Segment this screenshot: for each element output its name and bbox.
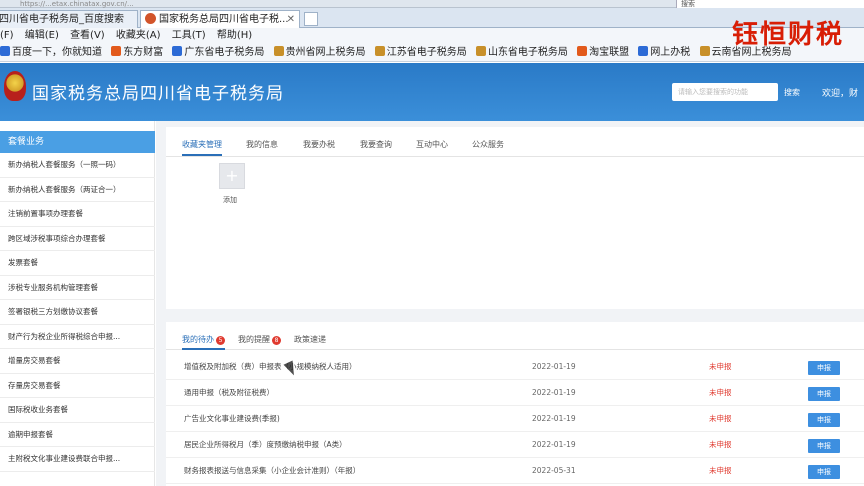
sidebar-item[interactable]: 涉税专业服务机构管理套餐 [0, 276, 155, 300]
tab-interaction[interactable]: 互动中心 [416, 139, 448, 150]
item-status: 未申报 [709, 440, 732, 449]
favorite-link[interactable]: 东方财富 [111, 44, 163, 61]
tab-label: 国家税务总局四川省电子税... [159, 14, 289, 25]
site-title: 国家税务总局四川省电子税务局 [32, 84, 284, 104]
panel-tabs: 收藏夹管理 我的信息 我要办税 我要查询 互动中心 公众服务 [166, 127, 864, 157]
site-header: 国家税务总局四川省电子税务局 请输入您要搜索的功能 搜索 欢迎，财 [0, 63, 864, 121]
todo-tabs: 我的待办 5 我的提醒 8 政策速递 [166, 322, 864, 350]
declare-button[interactable]: 申报 [808, 387, 840, 401]
count-badge: 5 [216, 336, 225, 345]
favorite-link[interactable]: 淘宝联盟 [577, 44, 629, 61]
table-row: 居民企业所得税月（季）度预缴纳税申报（A类） 2022-01-19 未申报 申报 [166, 432, 864, 458]
tab-favorites-manage[interactable]: 收藏夹管理 [182, 139, 222, 156]
item-status: 未申报 [709, 388, 732, 397]
sidebar-item[interactable]: 发票套餐 [0, 251, 155, 276]
todo-panel: 我的待办 5 我的提醒 8 政策速递 增值税及附加税（费）申报表（小规模纳税人适用）… [166, 322, 864, 486]
favorites-panel: 收藏夹管理 我的信息 我要办税 我要查询 互动中心 公众服务 添加 [166, 127, 864, 309]
address-bar[interactable]: https://...etax.chinatax.gov.cn/... 搜索 [0, 0, 864, 8]
favorite-link[interactable]: 广东省电子税务局 [172, 44, 264, 61]
sidebar-item[interactable]: 存量房交易套餐 [0, 374, 155, 398]
sidebar-item[interactable]: 增量房交易套餐 [0, 349, 155, 374]
address-url: https://...etax.chinatax.gov.cn/... [20, 0, 134, 8]
favorite-link[interactable]: 贵州省网上税务局 [273, 44, 366, 61]
favorite-link[interactable]: 百度一下，你就知道 [0, 44, 102, 61]
browser-search-box[interactable]: 搜索 [676, 0, 864, 8]
sidebar-item[interactable]: 注销前置事项办理套餐 [0, 202, 155, 227]
declare-button[interactable]: 申报 [808, 465, 840, 479]
item-name[interactable]: 增值税及附加税（费）申报表（小规模纳税人适用） [184, 354, 357, 380]
item-deadline: 2022-01-19 [532, 362, 576, 371]
browser-tab-etax[interactable]: 国家税务总局四川省电子税... ✕ [140, 10, 300, 28]
tab-label: 四川省电子税务局_百度搜索 [0, 14, 124, 25]
item-name[interactable]: 广告业文化事业建设费(季报) [184, 406, 280, 432]
new-tab-button[interactable] [304, 12, 318, 26]
tab-my-todo[interactable]: 我的待办 5 [182, 334, 225, 350]
menu-view[interactable]: 查看(V) [70, 30, 105, 41]
item-name[interactable]: 财务报表报送与信息采集（小企业会计准则）（年报） [184, 458, 360, 484]
sidebar-item[interactable]: 新办纳税人套餐服务（两证合一） [0, 178, 155, 202]
sidebar-item[interactable]: 逾期申报套餐 [0, 423, 155, 447]
item-name[interactable]: 居民企业所得税月（季）度预缴纳税申报（A类） [184, 432, 347, 458]
menu-tools[interactable]: 工具(T) [172, 30, 206, 41]
table-row: 增值税及附加税（费）申报表（小规模纳税人适用） 2022-01-19 未申报 申… [166, 354, 864, 380]
item-deadline: 2022-01-19 [532, 388, 576, 397]
item-deadline: 2022-01-19 [532, 414, 576, 423]
add-favorite-label: 添加 [223, 196, 237, 204]
item-deadline: 2022-01-19 [532, 440, 576, 449]
favorite-link[interactable]: 山东省电子税务局 [475, 44, 568, 61]
bookmark-icon [638, 46, 649, 56]
browser-tab-baidu[interactable]: 四川省电子税务局_百度搜索 [0, 10, 138, 28]
sidebar-heading[interactable]: 套餐业务 [0, 131, 155, 153]
item-status: 未申报 [709, 466, 732, 475]
bookmark-icon [273, 46, 284, 56]
tab-my-info[interactable]: 我的信息 [246, 139, 278, 150]
count-badge: 8 [272, 336, 281, 345]
table-row: 通用申报（税及附征税费） 2022-01-19 未申报 申报 [166, 380, 864, 406]
tax-emblem-icon [4, 71, 26, 101]
site-search-input[interactable]: 请输入您要搜索的功能 [672, 83, 778, 101]
sidebar-item[interactable]: 跨区域涉税事项综合办理套餐 [0, 227, 155, 251]
site-search-button[interactable]: 搜索 [784, 87, 800, 98]
video-watermark: 钰恒财税 [731, 20, 844, 50]
item-status: 未申报 [709, 414, 732, 423]
bookmark-icon [172, 46, 183, 56]
menu-edit[interactable]: 编辑(E) [25, 30, 59, 41]
menu-file[interactable]: (F) [0, 30, 14, 41]
favorite-link[interactable]: 江苏省电子税务局 [374, 44, 467, 61]
sidebar-item[interactable]: 主附税文化事业建设费联合申报... [0, 447, 155, 472]
menu-help[interactable]: 帮助(H) [217, 30, 252, 41]
tab-do-tax[interactable]: 我要办税 [303, 139, 335, 150]
bookmark-icon [111, 46, 122, 56]
bookmark-icon [577, 46, 588, 56]
item-status: 未申报 [709, 362, 732, 371]
sidebar-item[interactable]: 财产行为税企业所得税综合申报... [0, 325, 155, 349]
bookmark-icon [0, 46, 10, 56]
bookmark-icon [699, 46, 710, 56]
sidebar-item[interactable]: 新办纳税人套餐服务（一照一码） [0, 153, 155, 178]
declare-button[interactable]: 申报 [808, 413, 840, 427]
add-favorite-button[interactable] [219, 163, 245, 189]
bookmark-icon [374, 46, 385, 56]
favorite-link[interactable]: 网上办税 [638, 44, 690, 61]
bookmark-icon [475, 46, 486, 56]
declare-button[interactable]: 申报 [808, 361, 840, 375]
table-row: 财务报表报送与信息采集（小企业会计准则）（年报） 2022-05-31 未申报 … [166, 458, 864, 484]
item-name[interactable]: 通用申报（税及附征税费） [184, 380, 274, 406]
tab-query[interactable]: 我要查询 [360, 139, 392, 150]
sidebar-item[interactable]: 国际税收业务套餐 [0, 398, 155, 423]
sidebar: 套餐业务 新办纳税人套餐服务（一照一码） 新办纳税人套餐服务（两证合一） 注销前… [0, 121, 155, 486]
close-icon[interactable]: ✕ [287, 11, 295, 28]
tab-public-service[interactable]: 公众服务 [472, 139, 504, 150]
tab-policy-news[interactable]: 政策速递 [294, 334, 326, 345]
item-deadline: 2022-05-31 [532, 466, 576, 475]
sidebar-item[interactable]: 签署银税三方划缴协议套餐 [0, 300, 155, 325]
welcome-text: 欢迎，财 [822, 89, 859, 99]
declare-button[interactable]: 申报 [808, 439, 840, 453]
table-row: 广告业文化事业建设费(季报) 2022-01-19 未申报 申报 [166, 406, 864, 432]
tab-my-reminders[interactable]: 我的提醒 8 [238, 334, 281, 345]
tax-emblem-icon [145, 13, 156, 24]
menu-favorites[interactable]: 收藏夹(A) [116, 30, 161, 41]
